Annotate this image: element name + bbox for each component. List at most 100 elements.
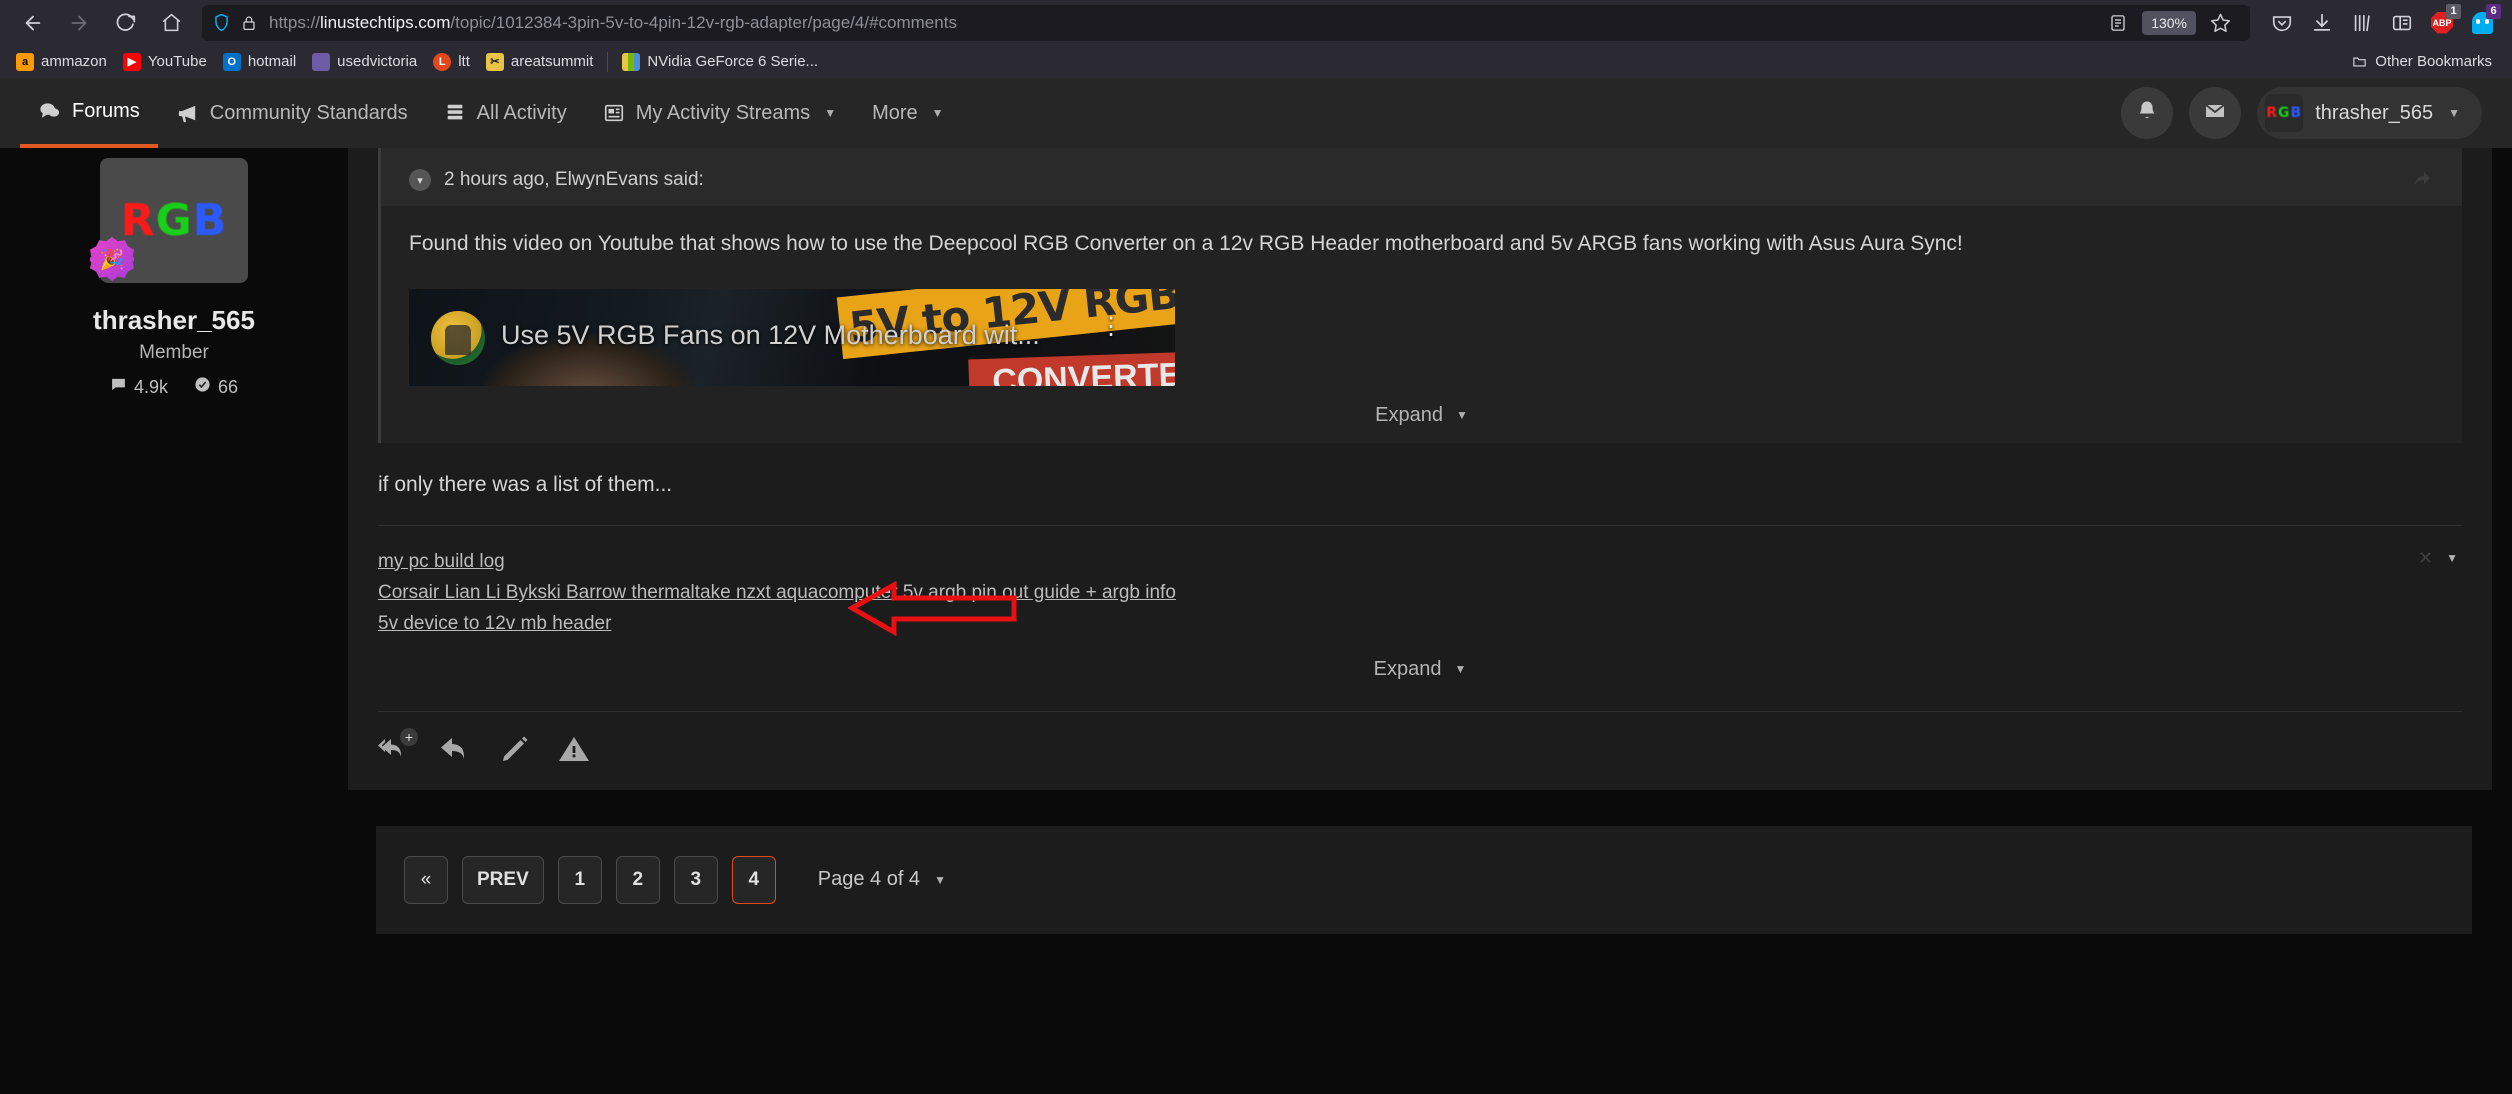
chevron-down-icon: ▼ [934, 872, 946, 887]
home-button[interactable] [148, 4, 194, 42]
nav-item-my-activity-streams[interactable]: My Activity Streams ▼ [585, 78, 854, 148]
bookmark-label: NVidia GeForce 6 Serie... [647, 53, 819, 70]
bell-icon [2135, 99, 2159, 128]
reload-button[interactable] [102, 4, 148, 42]
pagination-page-3[interactable]: 3 [673, 855, 718, 904]
chevron-down-icon: ▼ [1455, 408, 1468, 423]
reputation-stat: 66 [194, 376, 238, 398]
adblock-plus-extension-icon[interactable]: ABP 1 [2422, 3, 2462, 41]
username-label: thrasher_565 [2315, 101, 2434, 124]
pagination-first-button[interactable]: « [404, 855, 448, 904]
bookmarks-divider [607, 51, 609, 72]
reputation-value: 66 [218, 376, 239, 397]
ghostery-extension-icon[interactable]: 6 [2462, 3, 2502, 41]
library-icon[interactable] [2342, 5, 2382, 41]
quote-block: ▾ 2 hours ago, ElwynEvans said: Found th… [378, 148, 2462, 443]
signature-link[interactable]: 5v device to 12v mb header [378, 608, 2462, 639]
post-card: ▾ 2 hours ago, ElwynEvans said: Found th… [348, 148, 2492, 790]
browser-toolbar: https://linustechtips.com/topic/1012384-… [0, 0, 2512, 45]
bookmark-item[interactable]: usedvictoria [304, 49, 425, 75]
ghostery-badge: 6 [2486, 3, 2501, 19]
report-button[interactable] [558, 734, 590, 764]
video-title[interactable]: Use 5V RGB Fans on 12V Motherboard wit..… [501, 320, 1040, 351]
pagination-page-2[interactable]: 2 [615, 855, 660, 904]
multiquote-button[interactable]: + [378, 727, 418, 764]
quote-text: Found this video on Youtube that shows h… [409, 232, 1963, 255]
chevron-down-icon[interactable]: ▾ [409, 169, 431, 191]
comment-icon [38, 100, 61, 123]
nav-item-forums[interactable]: Forums [20, 78, 158, 148]
reader-mode-icon[interactable] [2098, 5, 2138, 41]
avatar-text: RGB [2266, 105, 2303, 121]
bookmark-item[interactable]: ✂ areatsummit [478, 49, 602, 75]
quote-header: ▾ 2 hours ago, ElwynEvans said: [381, 148, 2462, 206]
signature-link[interactable]: Corsair Lian Li Bykski Barrow thermaltak… [378, 577, 2462, 608]
chevron-down-icon: ▼ [824, 106, 837, 120]
sidebar-toggle-icon[interactable] [2382, 5, 2422, 41]
bookmark-item[interactable]: ▶ YouTube [115, 49, 215, 75]
shield-icon[interactable] [212, 13, 231, 32]
bookmarks-bar: a ammazon ▶ YouTube O hotmail usedvictor… [0, 45, 2512, 78]
share-icon[interactable] [2410, 166, 2434, 196]
bookmark-label: ltt [458, 53, 470, 70]
pagination-prev-button[interactable]: PREV [462, 855, 544, 904]
bookmark-item[interactable]: a ammazon [8, 49, 115, 75]
bookmark-item[interactable]: L ltt [425, 49, 478, 75]
envelope-icon [2203, 99, 2227, 128]
bookmark-item[interactable]: O hotmail [215, 49, 304, 75]
quote-button[interactable] [440, 734, 472, 764]
user-menu-button[interactable]: RGB thrasher_565 ▼ [2257, 87, 2482, 139]
abp-badge: 1 [2446, 3, 2461, 19]
chevron-down-icon: ▼ [2448, 106, 2460, 120]
youtube-icon: ▶ [122, 52, 141, 71]
nav-item-all-activity[interactable]: All Activity [426, 78, 585, 148]
signature-block: my pc build log Corsair Lian Li Bykski B… [348, 526, 2492, 697]
address-bar[interactable]: https://linustechtips.com/topic/1012384-… [202, 4, 2250, 41]
url-host: linustechtips.com [320, 12, 451, 32]
post-body-text: if only there was a list of them... [378, 472, 673, 496]
close-icon[interactable]: ✕ [2418, 548, 2433, 569]
channel-avatar [431, 310, 485, 365]
bookmark-label: ammazon [41, 53, 107, 70]
bookmark-label: YouTube [147, 53, 207, 70]
other-bookmarks-folder[interactable]: Other Bookmarks [2342, 49, 2500, 75]
url-scheme: https:// [269, 12, 321, 32]
bookmark-item[interactable]: NVidia GeForce 6 Serie... [614, 49, 826, 75]
expand-label: Expand [1373, 657, 1442, 680]
page-body: RGB 🎉 thrasher_565 Member 4.9k 66 ▾ 2 ho… [0, 148, 2512, 1094]
edit-button[interactable] [500, 734, 530, 764]
bookmark-star-icon[interactable] [2200, 5, 2240, 41]
pagination-page-1[interactable]: 1 [557, 855, 602, 904]
messages-button[interactable] [2189, 87, 2242, 139]
notifications-button[interactable] [2121, 87, 2174, 139]
quote-citation[interactable]: 2 hours ago, ElwynEvans said: [444, 169, 704, 191]
nav-label: Forums [72, 99, 140, 122]
back-button[interactable] [10, 4, 56, 42]
ltt-icon: L [433, 52, 452, 71]
nav-item-more[interactable]: More ▼ [854, 78, 961, 148]
author-username[interactable]: thrasher_565 [0, 305, 348, 336]
more-options-icon[interactable]: ⋮ [1099, 314, 1123, 338]
downloads-icon[interactable] [2302, 5, 2342, 41]
lock-icon[interactable] [241, 15, 257, 31]
signature-link[interactable]: my pc build log [378, 546, 2462, 577]
expand-quote-button[interactable]: Expand ▼ [1375, 404, 1468, 427]
nvidia-icon [622, 52, 641, 71]
pocket-icon[interactable] [2262, 5, 2302, 41]
post-content-column: ▾ 2 hours ago, ElwynEvans said: Found th… [348, 148, 2512, 1094]
usedvictoria-icon [312, 52, 331, 71]
expand-signature-button[interactable]: Expand ▼ [1374, 658, 1467, 681]
author-stats: 4.9k 66 [0, 376, 348, 398]
zoom-level-badge[interactable]: 130% [2142, 10, 2196, 35]
page-info[interactable]: Page 4 of 4 ▼ [818, 868, 946, 891]
expand-label: Expand [1375, 403, 1443, 426]
bookmark-label: hotmail [247, 53, 297, 70]
nav-label: My Activity Streams [635, 101, 811, 124]
nav-item-community-standards[interactable]: Community Standards [158, 78, 426, 148]
youtube-embed[interactable]: 5V to 12V RGB CONVERTER Use 5V RGB Fans … [409, 288, 1175, 386]
nav-label: Community Standards [209, 101, 408, 124]
url-path: /topic/1012384-3pin-5v-to-4pin-12v-rgb-a… [450, 12, 957, 32]
forward-button[interactable] [56, 4, 102, 42]
pagination-page-4[interactable]: 4 [731, 855, 776, 904]
chevron-down-icon[interactable]: ▼ [2446, 551, 2458, 565]
